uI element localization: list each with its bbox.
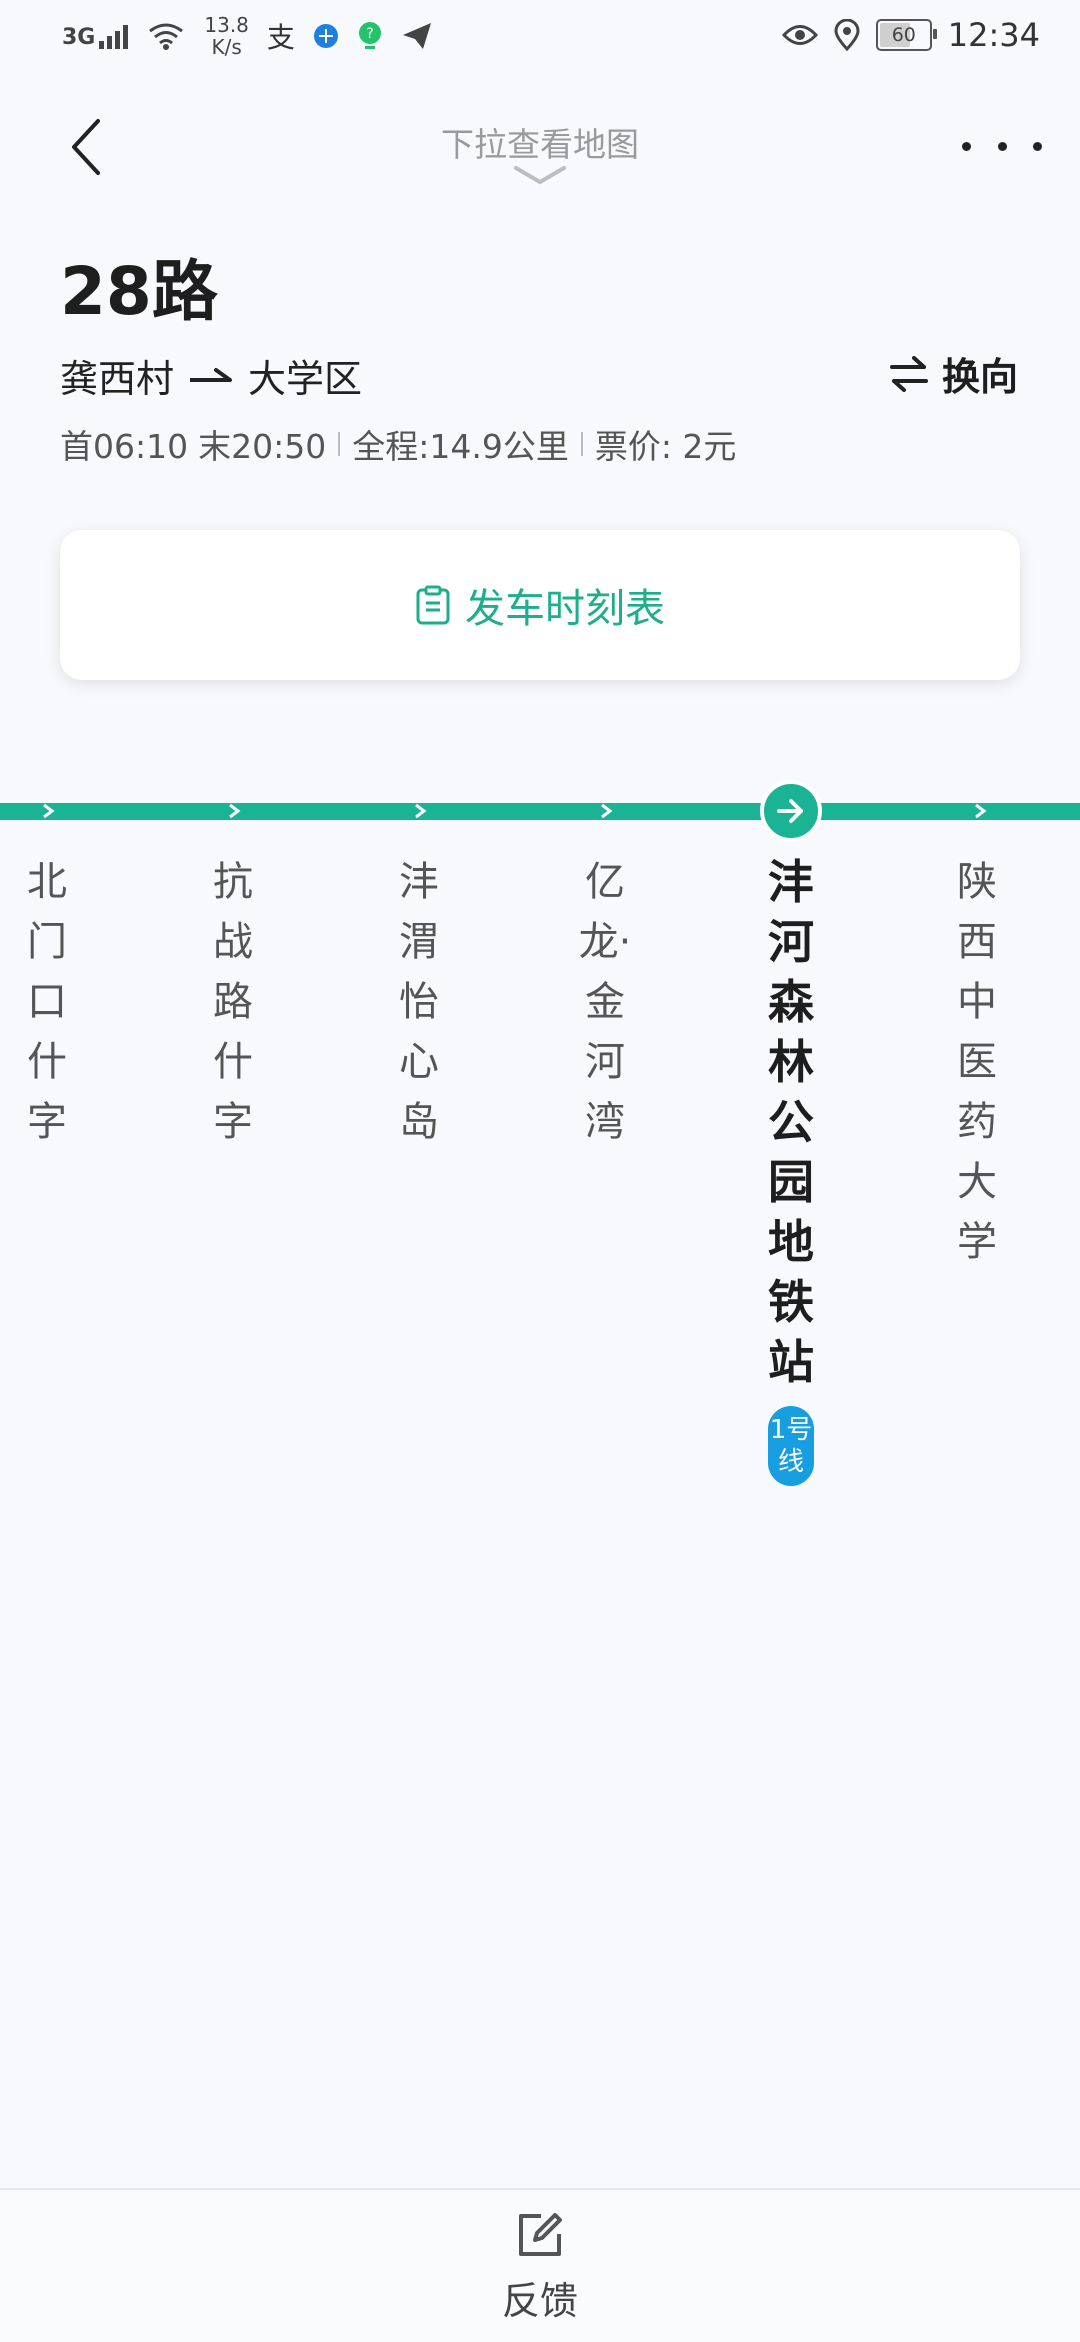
feedback-label: 反馈 (501, 2279, 578, 2323)
status-left: 3G 13.8 K/s 支 ? (62, 14, 433, 58)
chevron-right-icon (229, 803, 241, 819)
swap-arrows-icon (889, 355, 928, 392)
paper-plane-icon (402, 23, 431, 49)
station-name: 沣河森林公园地铁站 (768, 855, 814, 1389)
chevron-right-icon (975, 803, 987, 819)
clipboard-icon (416, 585, 450, 625)
route-meta: 首06:10 末20:50 全程:14.9公里 票价: 2元 (60, 420, 736, 468)
station-name: 抗战路什字 (213, 859, 253, 1145)
signal-bars-icon (99, 23, 129, 49)
chevron-down-icon (514, 166, 566, 185)
network-speed: 13.8 K/s (204, 14, 249, 58)
eye-icon (781, 25, 818, 45)
cell-signal: 3G (62, 23, 129, 50)
route-distance: 全程:14.9公里 (352, 427, 569, 466)
station-item[interactable]: 亿龙·金河湾 (570, 852, 640, 1152)
station-item[interactable]: 北门口什字 (12, 852, 82, 1152)
browser-icon (313, 24, 338, 48)
alipay-icon: 支 (266, 21, 295, 54)
route-fare: 票价: 2元 (594, 427, 737, 466)
first-bus-time: 首06:10 (60, 427, 189, 466)
bottom-bar: 反馈 (0, 2188, 1080, 2342)
route-direction: 龚西村 大学区 (60, 348, 362, 403)
speed-unit: K/s (211, 35, 242, 59)
chevron-right-icon (415, 803, 427, 819)
svg-text:?: ? (366, 26, 373, 42)
metro-line-badge: 1号线 (768, 1406, 814, 1486)
dot (1033, 141, 1042, 151)
dot (997, 141, 1007, 151)
direction-arrow-icon (190, 367, 233, 382)
station-name: 沣渭怡心岛 (399, 859, 439, 1145)
edit-icon (519, 2213, 562, 2256)
status-bar: 3G 13.8 K/s 支 ? 60 12:34 (0, 0, 1080, 80)
route-origin: 龚西村 (60, 357, 175, 401)
more-options-button[interactable] (962, 128, 1042, 164)
dot (962, 141, 971, 151)
swap-direction-button[interactable]: 换向 (888, 346, 1018, 401)
feedback-button[interactable]: 反馈 (480, 2210, 600, 2325)
network-type: 3G (62, 25, 96, 50)
location-pin-icon (834, 19, 860, 51)
station-item[interactable]: 陕西中医药大学 (942, 852, 1012, 1272)
divider (338, 432, 341, 456)
wifi-icon (149, 23, 184, 50)
chevron-right-icon (601, 803, 613, 819)
pull-down-map-hint[interactable]: 下拉查看地图 (0, 118, 1080, 166)
station-name: 陕西中医药大学 (957, 859, 997, 1265)
current-station-marker (760, 780, 822, 842)
speed-value: 13.8 (204, 13, 249, 37)
swap-direction-label: 换向 (941, 355, 1018, 399)
route-destination: 大学区 (248, 357, 363, 401)
station-item[interactable]: 抗战路什字 (198, 852, 268, 1152)
chevron-right-icon (43, 803, 55, 819)
clock: 12:34 (947, 16, 1040, 54)
battery-level: 60 (891, 24, 916, 46)
timetable-label: 发车时刻表 (465, 586, 665, 632)
battery-icon: 60 (875, 19, 937, 51)
station-item[interactable]: 沣渭怡心岛 (384, 852, 454, 1152)
assistant-icon: ? (358, 22, 381, 49)
station-name: 亿龙·金河湾 (578, 859, 632, 1145)
last-bus-time: 末20:50 (198, 427, 327, 466)
arrow-right-icon (777, 799, 803, 823)
divider (580, 432, 583, 456)
station-item-current[interactable]: 沣河森林公园地铁站 1号线 (756, 852, 826, 1486)
route-name: 28路 (60, 253, 218, 330)
status-right: 60 12:34 (781, 16, 1040, 54)
route-line (0, 803, 1080, 820)
station-name: 北门口什字 (27, 859, 67, 1145)
timetable-button[interactable]: 发车时刻表 (60, 530, 1020, 680)
